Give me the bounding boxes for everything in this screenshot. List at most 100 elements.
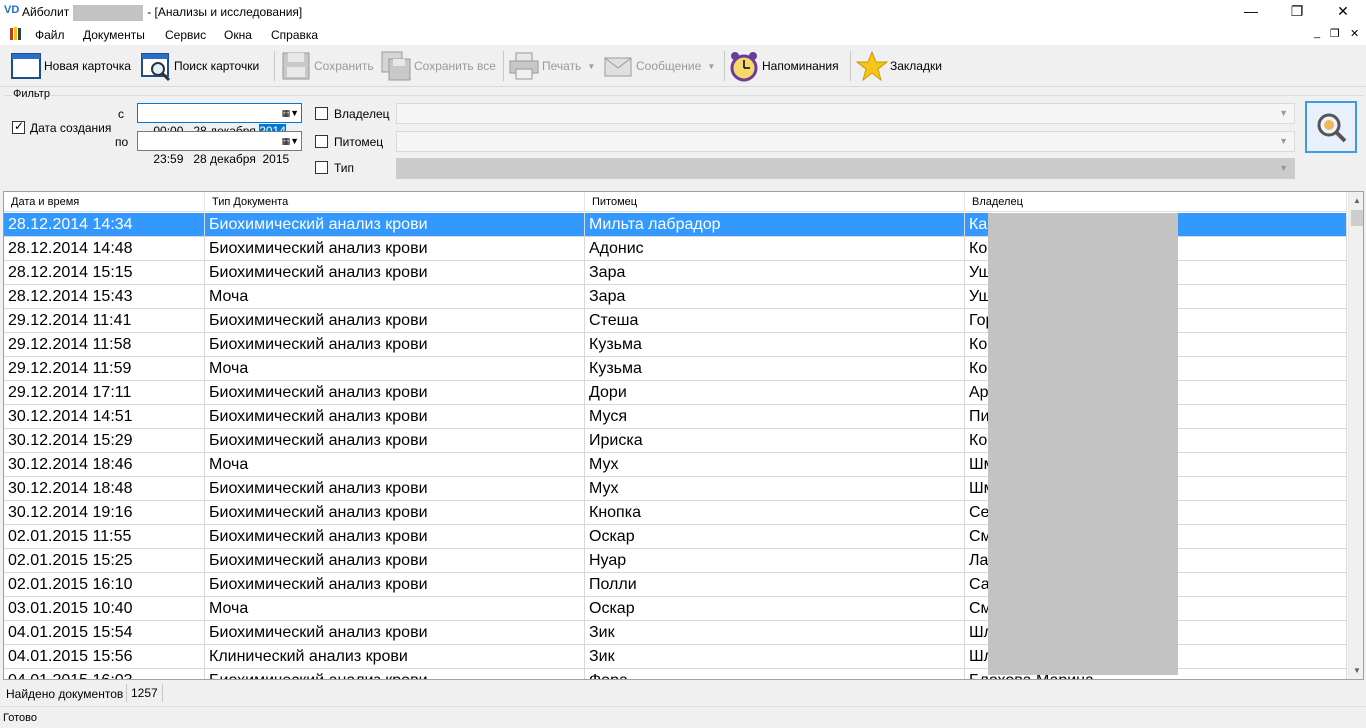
toolbar-separator <box>274 51 275 81</box>
app-books-icon[interactable] <box>10 27 22 41</box>
cell-doc-type: Моча <box>205 453 585 477</box>
status-text: Готово <box>3 712 37 724</box>
cell-datetime: 04.01.2015 16:03 <box>4 669 205 679</box>
scrollbar-thumb[interactable] <box>1351 210 1363 226</box>
cell-datetime: 02.01.2015 15:25 <box>4 549 205 573</box>
to-value: 23:59 28 декабря 2015 <box>153 152 290 166</box>
grid-header: Дата и время Тип Документа Питомец Владе… <box>4 192 1347 212</box>
mdi-restore-button[interactable]: ❐ <box>1330 27 1340 40</box>
cell-pet: Зик <box>585 621 965 645</box>
column-header-datetime[interactable]: Дата и время <box>4 192 205 212</box>
cell-datetime: 30.12.2014 15:29 <box>4 429 205 453</box>
cell-pet: Мух <box>585 453 965 477</box>
cell-pet: Стеша <box>585 309 965 333</box>
restore-button[interactable]: ❐ <box>1274 0 1320 24</box>
cell-doc-type: Биохимический анализ крови <box>205 237 585 261</box>
app-logo: VD <box>4 4 20 16</box>
reminders-button[interactable]: Напоминания <box>728 48 839 84</box>
cell-datetime: 30.12.2014 18:46 <box>4 453 205 477</box>
save-label: Сохранить <box>314 59 374 73</box>
menu-documents[interactable]: Документы <box>83 28 145 42</box>
cell-datetime: 04.01.2015 15:56 <box>4 645 205 669</box>
cell-doc-type: Клинический анализ крови <box>205 645 585 669</box>
minimize-button[interactable]: — <box>1228 0 1274 24</box>
print-button[interactable]: Печать ▼ <box>508 48 595 84</box>
cell-datetime: 28.12.2014 15:15 <box>4 261 205 285</box>
menu-service[interactable]: Сервис <box>165 28 206 42</box>
filter-group: Фильтр Дата создания с 00:00 28 декабря … <box>4 88 1364 185</box>
save-all-button[interactable]: Сохранить все <box>380 48 496 84</box>
find-card-button[interactable]: Поиск карточки <box>140 48 259 84</box>
pet-combo[interactable]: ▼ <box>396 131 1295 152</box>
message-label: Сообщение <box>636 59 702 73</box>
cell-doc-type: Биохимический анализ крови <box>205 429 585 453</box>
cell-pet: Зара <box>585 285 965 309</box>
cell-pet: Мух <box>585 477 965 501</box>
from-date-picker[interactable]: 00:00 28 декабря 2014 ▦▼ <box>137 103 302 138</box>
window-title-app: Айболит <box>22 5 70 20</box>
created-date-checkbox[interactable] <box>12 119 25 134</box>
pet-checkbox[interactable] <box>315 135 328 148</box>
type-checkbox[interactable] <box>315 161 328 174</box>
search-button[interactable] <box>1305 101 1357 153</box>
cell-datetime: 02.01.2015 11:55 <box>4 525 205 549</box>
cell-pet: Дори <box>585 381 965 405</box>
cell-pet: Кнопка <box>585 501 965 525</box>
found-label: Найдено документов <box>6 687 124 701</box>
message-button[interactable]: Сообщение ▼ <box>602 48 715 84</box>
chevron-down-icon: ▼ <box>1279 163 1288 173</box>
type-combo[interactable]: ▼ <box>396 158 1295 179</box>
mdi-minimize-button[interactable]: _ <box>1314 27 1320 39</box>
cell-datetime: 02.01.2015 16:10 <box>4 573 205 597</box>
menu-file[interactable]: Файл <box>35 28 65 42</box>
cell-pet: Ириска <box>585 429 965 453</box>
cell-doc-type: Биохимический анализ крови <box>205 333 585 357</box>
calendar-dropdown-icon[interactable]: ▦▼ <box>277 134 299 148</box>
vertical-scrollbar[interactable]: ▲ ▼ <box>1348 192 1363 679</box>
menu-help[interactable]: Справка <box>271 28 318 42</box>
column-header-pet[interactable]: Питомец <box>585 192 965 212</box>
cell-doc-type: Биохимический анализ крови <box>205 525 585 549</box>
menu-windows[interactable]: Окна <box>224 28 252 42</box>
column-header-owner[interactable]: Владелец <box>965 192 1347 212</box>
new-card-label: Новая карточка <box>44 59 131 73</box>
column-header-doc-type[interactable]: Тип Документа <box>205 192 585 212</box>
printer-icon <box>509 52 539 80</box>
cell-pet: Зара <box>585 261 965 285</box>
save-button[interactable]: Сохранить <box>280 48 374 84</box>
cell-datetime: 30.12.2014 18:48 <box>4 477 205 501</box>
created-date-label: Дата создания <box>30 121 112 135</box>
cell-doc-type: Моча <box>205 357 585 381</box>
cell-pet: Оскар <box>585 597 965 621</box>
find-card-label: Поиск карточки <box>174 59 260 73</box>
cell-doc-type: Биохимический анализ крови <box>205 501 585 525</box>
cell-pet: Зик <box>585 645 965 669</box>
owner-label: Владелец <box>334 107 390 121</box>
owner-combo[interactable]: ▼ <box>396 103 1295 124</box>
scroll-down-icon[interactable]: ▼ <box>1353 666 1361 675</box>
bookmarks-button[interactable]: Закладки <box>856 48 942 84</box>
cell-datetime: 03.01.2015 10:40 <box>4 597 205 621</box>
print-label: Печать <box>542 59 582 73</box>
cell-datetime: 28.12.2014 14:48 <box>4 237 205 261</box>
window-title: Айболит - [Анализы и исследования] <box>22 5 302 21</box>
print-dropdown-icon[interactable]: ▼ <box>587 62 595 71</box>
cell-datetime: 29.12.2014 11:41 <box>4 309 205 333</box>
close-button[interactable]: ✕ <box>1320 0 1366 24</box>
cell-doc-type: Биохимический анализ крови <box>205 669 585 679</box>
cell-doc-type: Биохимический анализ крови <box>205 405 585 429</box>
cell-pet: Кузьма <box>585 333 965 357</box>
scroll-up-icon[interactable]: ▲ <box>1353 196 1361 205</box>
card-icon <box>11 53 41 79</box>
mdi-close-button[interactable]: ✕ <box>1350 27 1359 40</box>
message-dropdown-icon[interactable]: ▼ <box>707 62 715 71</box>
type-label: Тип <box>334 161 355 175</box>
new-card-button[interactable]: Новая карточка <box>10 48 131 84</box>
owner-checkbox[interactable] <box>315 107 328 120</box>
search-card-icon <box>141 53 171 82</box>
chevron-down-icon: ▼ <box>1279 136 1288 146</box>
cell-datetime: 30.12.2014 14:51 <box>4 405 205 429</box>
calendar-dropdown-icon[interactable]: ▦▼ <box>277 106 299 120</box>
to-date-picker[interactable]: 23:59 28 декабря 2015 ▦▼ <box>137 131 302 166</box>
window-title-doc: - [Анализы и исследования] <box>147 5 303 20</box>
